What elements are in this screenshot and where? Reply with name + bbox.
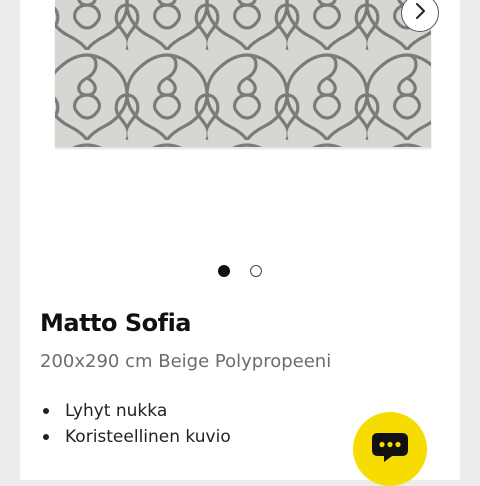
carousel-indicator [218, 265, 262, 277]
list-item: Koristeellinen kuvio [40, 424, 231, 450]
chat-button[interactable] [353, 412, 427, 486]
feature-label: Lyhyt nukka [65, 401, 168, 421]
next-image-button[interactable] [401, 0, 439, 32]
list-item: Lyhyt nukka [40, 398, 231, 424]
carousel-dot-2[interactable] [250, 265, 262, 277]
product-image[interactable] [55, 0, 431, 147]
product-title: Matto Sofia [40, 309, 192, 337]
chevron-right-icon [413, 2, 427, 24]
bullet-icon [43, 434, 49, 440]
bullet-icon [43, 408, 49, 414]
rug-pattern [55, 0, 431, 147]
chat-bubble-icon [370, 430, 410, 468]
feature-label: Koristeellinen kuvio [65, 427, 231, 447]
product-card: Matto Sofia 200x290 cm Beige Polypropeen… [20, 0, 460, 486]
product-subtitle: 200x290 cm Beige Polypropeeni [40, 351, 332, 372]
feature-list: Lyhyt nukka Koristeellinen kuvio [40, 398, 231, 450]
carousel-dot-1[interactable] [218, 265, 230, 277]
